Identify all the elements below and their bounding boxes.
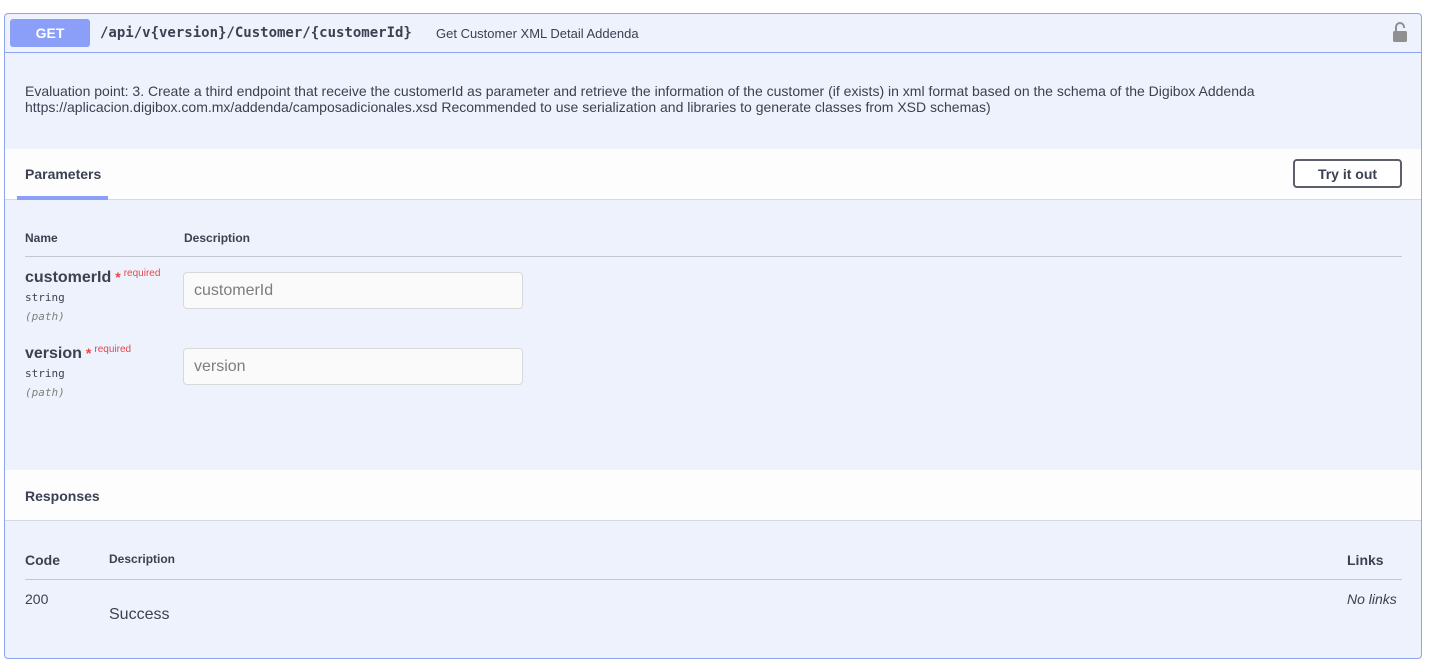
required-star: * xyxy=(115,269,121,285)
column-header-code: Code xyxy=(25,552,60,568)
version-input[interactable] xyxy=(183,348,523,385)
description-line: https://aplicacion.digibox.com.mx/addend… xyxy=(25,99,991,115)
response-description: Success xyxy=(109,606,170,623)
parameter-location: (path) xyxy=(25,310,65,323)
parameter-type: string xyxy=(25,367,65,380)
required-star: * xyxy=(85,345,92,361)
endpoint-path: /api/v{version}/Customer/{customerId} xyxy=(100,25,412,41)
column-header-description: Description xyxy=(109,552,176,566)
description-line: Evaluation point: 3. Create a third endp… xyxy=(25,83,1255,99)
operation-summary[interactable]: GET /api/v{version}/Customer/{customerId… xyxy=(5,14,1421,53)
column-header-description: Description xyxy=(184,231,251,245)
responses-title: Responses xyxy=(25,488,100,504)
required-label: required xyxy=(94,344,132,355)
tab-parameters[interactable]: Parameters xyxy=(17,149,108,200)
parameter-name-row: version * required xyxy=(25,344,131,363)
operation-description: Evaluation point: 3. Create a third endp… xyxy=(25,83,1405,115)
tab-parameters-label: Parameters xyxy=(25,166,102,182)
http-method-badge: GET xyxy=(10,19,90,47)
try-it-out-button[interactable]: Try it out xyxy=(1293,159,1402,188)
operation-block: GET /api/v{version}/Customer/{customerId… xyxy=(4,13,1422,659)
divider xyxy=(25,256,1402,257)
required-label: required xyxy=(123,268,161,279)
responses-header: Responses xyxy=(5,470,1421,521)
column-header-name: Name xyxy=(25,231,58,245)
parameters-header: Parameters Try it out xyxy=(5,149,1421,200)
column-header-links: Links xyxy=(1347,552,1384,568)
operation-summary-text: Get Customer XML Detail Addenda xyxy=(436,26,639,41)
response-links: No links xyxy=(1347,591,1397,607)
divider xyxy=(25,579,1402,580)
parameter-type: string xyxy=(25,291,65,304)
parameter-name: customerId xyxy=(25,269,112,286)
response-code: 200 xyxy=(25,591,49,607)
customerid-input[interactable] xyxy=(183,272,523,309)
parameter-name-row: customerId * required xyxy=(25,268,160,287)
parameter-name: version xyxy=(25,345,82,362)
parameter-location: (path) xyxy=(25,386,65,399)
unlocked-padlock-icon[interactable] xyxy=(1393,22,1407,42)
